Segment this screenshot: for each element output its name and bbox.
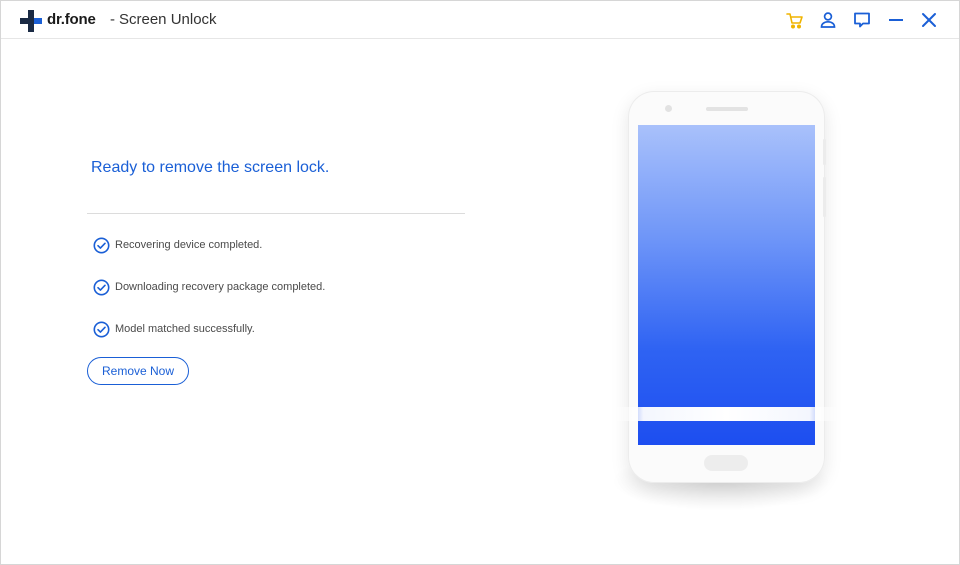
- phone-camera: [665, 105, 672, 112]
- status-heading: Ready to remove the screen lock.: [91, 159, 330, 176]
- phone-side-key: [823, 177, 826, 217]
- check-circle-icon: [93, 237, 110, 254]
- close-icon[interactable]: [919, 10, 939, 30]
- divider: [87, 213, 465, 214]
- brand-name: dr.fone: [47, 11, 96, 28]
- user-icon[interactable]: [818, 10, 838, 30]
- minimize-icon[interactable]: [886, 10, 906, 30]
- phone-home-button: [704, 455, 748, 471]
- phone-body: [608, 91, 845, 483]
- phone-screen: [608, 125, 845, 445]
- cart-icon[interactable]: [785, 10, 805, 30]
- drfone-logo-icon: [20, 10, 42, 32]
- check-circle-icon: [93, 279, 110, 296]
- feedback-icon[interactable]: [852, 10, 872, 30]
- check-circle-icon: [93, 321, 110, 338]
- phone-illustration: [601, 91, 845, 511]
- title-separator: -: [110, 11, 115, 28]
- app-window: dr.fone - Screen Unlock Ready to remove …: [0, 0, 960, 565]
- remove-now-button[interactable]: Remove Now: [87, 357, 189, 385]
- step-label: Downloading recovery package completed.: [115, 281, 326, 293]
- step-label: Model matched successfully.: [115, 323, 255, 335]
- window-title: Screen Unlock: [119, 11, 217, 28]
- step-label: Recovering device completed.: [115, 239, 263, 251]
- title-bar: dr.fone - Screen Unlock: [1, 1, 959, 39]
- scan-line: [608, 407, 845, 421]
- phone-speaker: [706, 107, 748, 111]
- phone-side-key: [823, 139, 826, 165]
